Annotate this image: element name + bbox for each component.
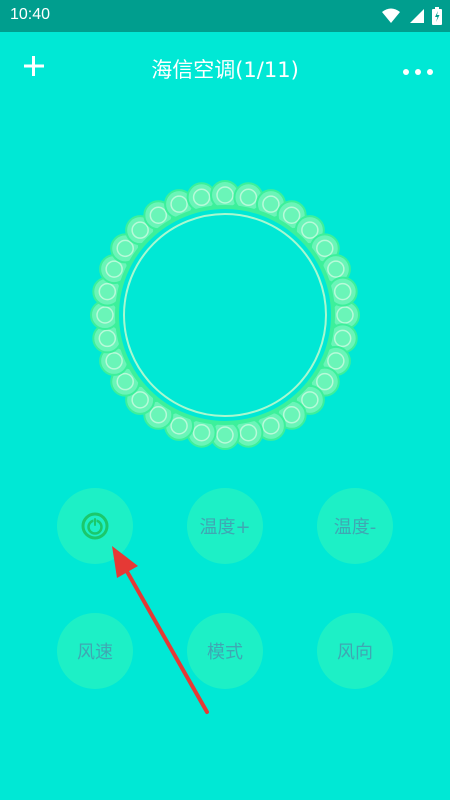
wifi-icon: [382, 8, 400, 23]
power-button[interactable]: [57, 488, 133, 564]
status-bar: 10:40: [0, 0, 450, 32]
temp-down-button[interactable]: 温度-: [317, 488, 393, 564]
direction-button[interactable]: 风向: [317, 613, 393, 689]
lace-ring-icon: [90, 180, 360, 450]
fan-speed-button[interactable]: 风速: [57, 613, 133, 689]
more-icon: [403, 69, 433, 75]
status-time: 10:40: [10, 6, 51, 23]
status-icons: [382, 7, 442, 25]
signal-icon: [410, 9, 424, 23]
decorative-ring: [80, 170, 370, 460]
top-bar: 海信空调(1/11): [0, 32, 450, 102]
power-icon: [81, 512, 109, 540]
temp-up-button[interactable]: 温度+: [187, 488, 263, 564]
more-button[interactable]: [402, 62, 434, 75]
battery-icon: [432, 7, 442, 25]
mode-button[interactable]: 模式: [187, 613, 263, 689]
page-title: 海信空调(1/11): [151, 58, 299, 82]
